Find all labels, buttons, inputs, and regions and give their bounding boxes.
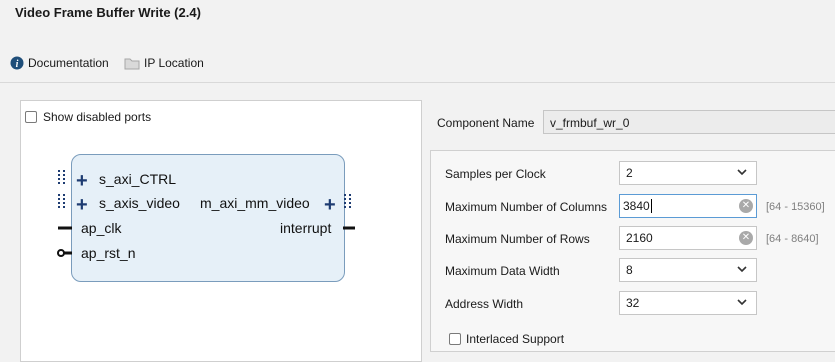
checkbox-box[interactable] bbox=[25, 111, 37, 123]
port-m-axi-mm-video: m_axi_mm_video bbox=[200, 195, 310, 211]
parameters-panel: Samples per Clock 2 Maximum Number of Co… bbox=[430, 150, 835, 352]
samples-per-clock-label: Samples per Clock bbox=[445, 167, 546, 181]
max-rows-value: 2160 bbox=[626, 231, 653, 245]
expand-s-axis-video-icon[interactable]: + bbox=[76, 195, 88, 215]
component-name-label: Component Name bbox=[437, 116, 535, 130]
port-ap-rst-n: ap_rst_n bbox=[81, 245, 136, 261]
samples-per-clock-select[interactable]: 2 bbox=[619, 161, 757, 185]
address-width-select[interactable]: 32 bbox=[619, 291, 757, 315]
ip-location-link[interactable]: IP Location bbox=[124, 56, 204, 70]
max-rows-input[interactable]: 2160 ✕ bbox=[619, 226, 757, 250]
ip-location-label: IP Location bbox=[144, 56, 204, 70]
max-rows-range: [64 - 8640] bbox=[766, 233, 819, 245]
port-s-axis-video: s_axis_video bbox=[99, 195, 180, 211]
max-data-width-select[interactable]: 8 bbox=[619, 258, 757, 282]
folder-icon bbox=[124, 58, 140, 69]
component-name-input[interactable]: v_frmbuf_wr_0 bbox=[543, 110, 835, 134]
svg-text:i: i bbox=[16, 59, 19, 70]
max-data-width-label: Maximum Data Width bbox=[445, 264, 560, 278]
interlaced-support-label: Interlaced Support bbox=[466, 332, 565, 346]
ip-title: Video Frame Buffer Write (2.4) bbox=[15, 5, 201, 20]
expand-s-axi-ctrl-icon[interactable]: + bbox=[76, 171, 88, 191]
show-disabled-ports-checkbox[interactable]: Show disabled ports bbox=[25, 110, 151, 124]
max-columns-range: [64 - 15360] bbox=[766, 201, 825, 213]
chevron-down-icon bbox=[737, 169, 747, 176]
checkbox-box[interactable] bbox=[449, 333, 461, 345]
documentation-label: Documentation bbox=[28, 56, 109, 70]
clear-icon[interactable]: ✕ bbox=[739, 199, 753, 213]
show-disabled-ports-label: Show disabled ports bbox=[43, 110, 152, 124]
chevron-down-icon bbox=[737, 299, 747, 306]
info-icon: i bbox=[10, 56, 24, 70]
max-data-width-value: 8 bbox=[626, 263, 633, 277]
address-width-value: 32 bbox=[626, 296, 640, 310]
clear-icon[interactable]: ✕ bbox=[739, 231, 753, 245]
max-columns-label: Maximum Number of Columns bbox=[445, 200, 608, 214]
port-ap-clk: ap_clk bbox=[81, 220, 122, 236]
address-width-label: Address Width bbox=[445, 297, 524, 311]
toolbar: i Documentation IP Location bbox=[0, 52, 835, 82]
chevron-down-icon bbox=[737, 266, 747, 273]
expand-m-axi-mm-video-icon[interactable]: + bbox=[324, 195, 336, 215]
max-columns-input[interactable]: 3840 ✕ bbox=[619, 194, 757, 218]
port-interrupt: interrupt bbox=[280, 220, 332, 236]
max-rows-label: Maximum Number of Rows bbox=[445, 232, 590, 246]
max-columns-value: 3840 bbox=[623, 199, 650, 213]
text-cursor bbox=[650, 199, 652, 213]
port-s-axi-ctrl: s_axi_CTRL bbox=[99, 171, 177, 187]
samples-per-clock-value: 2 bbox=[626, 166, 633, 180]
toolbar-divider bbox=[0, 82, 835, 83]
component-name-row: Component Name v_frmbuf_wr_0 bbox=[430, 100, 835, 145]
documentation-link[interactable]: i Documentation bbox=[10, 56, 109, 70]
interlaced-support-checkbox[interactable]: Interlaced Support bbox=[449, 332, 564, 346]
left-port-connectors bbox=[57, 170, 72, 257]
right-port-connectors bbox=[343, 194, 355, 230]
